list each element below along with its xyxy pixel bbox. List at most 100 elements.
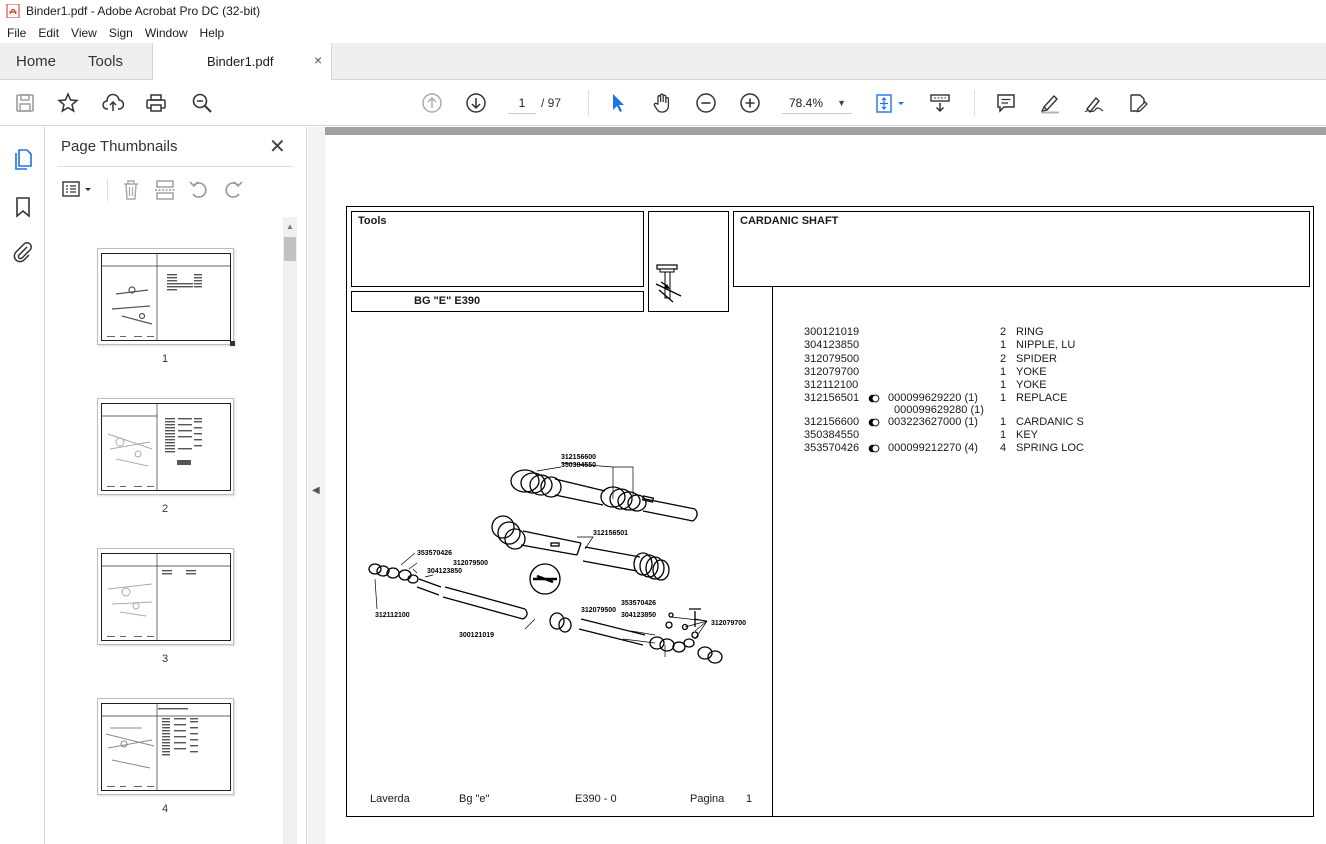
hand-tool-icon[interactable]: [650, 91, 674, 115]
scroll-up-icon[interactable]: ▲: [286, 222, 294, 231]
page-thumbnails-icon[interactable]: [11, 147, 35, 171]
page-number-input[interactable]: 1: [508, 92, 536, 114]
section-heading: CARDANIC SHAFT: [740, 215, 839, 227]
page-thumbnail-3[interactable]: [97, 548, 234, 645]
part-row: 353570426 000099212270 (4) 4 SPRING LOC: [804, 442, 1204, 455]
fit-page-icon[interactable]: [874, 91, 908, 115]
footer-page-word: Pagina: [690, 793, 725, 805]
part-number: 312112100: [804, 379, 859, 392]
part-row: 300121019 2 RING: [804, 326, 1204, 339]
tab-document[interactable]: Binder1.pdf ×: [152, 43, 332, 80]
upload-cloud-icon[interactable]: [101, 91, 125, 115]
tools-separator: [107, 179, 108, 201]
footer-code: E390 - 0: [575, 793, 617, 805]
thumbnails-panel-title: Page Thumbnails: [61, 138, 178, 155]
part-qty: 2: [1000, 352, 1007, 365]
callout-312156501: 312156501: [593, 530, 628, 537]
replacement-marker-icon: [868, 418, 880, 427]
page-thumbnail-4[interactable]: [97, 698, 234, 795]
part-qty: 1: [1000, 415, 1007, 428]
panel-collapse-handle[interactable]: ◀: [308, 127, 325, 844]
footer-page-number: 1: [746, 793, 753, 805]
tab-close-icon[interactable]: ×: [314, 52, 322, 68]
print-icon[interactable]: [144, 91, 168, 115]
callout-312079500-b: 312079500: [581, 607, 616, 614]
zoom-level-select[interactable]: 78.4% ▼: [782, 92, 852, 114]
menu-help[interactable]: Help: [194, 26, 231, 40]
thumbnail-list: 1 2 3 4: [45, 217, 283, 844]
thumbnail-scrollbar[interactable]: ▲: [283, 217, 297, 844]
delete-pages-icon[interactable]: [119, 178, 143, 202]
selected-page-marker: [230, 341, 235, 346]
toolbar-separator: [588, 90, 589, 116]
rotate-counterclockwise-icon[interactable]: [187, 178, 211, 202]
part-row: 312079500 2 SPIDER: [804, 353, 1204, 366]
part-number: 312156600: [804, 415, 860, 428]
model-title: BG "E" E390: [414, 295, 481, 307]
callout-300121019: 300121019: [459, 632, 494, 639]
next-page-icon[interactable]: [464, 91, 488, 115]
heading-box: CARDANIC SHAFT: [733, 211, 1310, 287]
scrollbar-thumb[interactable]: [284, 237, 296, 261]
page-thumbnail-2[interactable]: [97, 398, 234, 495]
find-zoom-icon[interactable]: [190, 91, 214, 115]
pdf-page: Tools BG "E" E390 CARDANIC SHAFT 3121566…: [346, 206, 1314, 817]
menu-view[interactable]: View: [65, 26, 103, 40]
menu-bar: File Edit View Sign Window Help: [0, 22, 1326, 43]
page-thumbnail-1[interactable]: [97, 248, 235, 346]
navigation-pane: [0, 127, 45, 844]
thumbnail-page-preview: [101, 553, 231, 641]
part-qty: 4: [1000, 442, 1007, 455]
bookmarks-icon[interactable]: [11, 195, 35, 219]
previous-page-icon[interactable]: [420, 91, 444, 115]
title-bar: Binder1.pdf - Adobe Acrobat Pro DC (32-b…: [0, 0, 1326, 22]
part-row-continued: 000099629280 (1): [804, 404, 1204, 416]
zoom-level-value: 78.4%: [789, 96, 824, 110]
save-icon[interactable]: [13, 91, 37, 115]
part-number: 304123850: [804, 339, 860, 352]
part-row: 350384550 1 KEY: [804, 429, 1204, 442]
zoom-in-icon[interactable]: [738, 91, 762, 115]
close-panel-icon[interactable]: ✕: [269, 134, 286, 159]
part-qty: 2: [1000, 326, 1007, 338]
tab-tools[interactable]: Tools: [88, 43, 123, 80]
document-top-strip: [325, 127, 1326, 135]
highlight-pen-icon[interactable]: [1038, 91, 1062, 115]
part-row: 312112100 1 YOKE: [804, 379, 1204, 392]
attachments-icon[interactable]: [11, 240, 35, 264]
fill-sign-icon[interactable]: [1126, 91, 1150, 115]
menu-edit[interactable]: Edit: [32, 26, 65, 40]
bookmark-star-icon[interactable]: [56, 91, 80, 115]
tool-icon-box: [648, 211, 729, 312]
part-row: 312156600 003223627000 (1) 1 CARDANIC S: [804, 416, 1204, 429]
zoom-out-icon[interactable]: [694, 91, 718, 115]
tab-home[interactable]: Home: [16, 43, 56, 80]
thumbnail-label: 1: [161, 353, 169, 365]
menu-file[interactable]: File: [0, 26, 32, 40]
hammer-tool-icon: [655, 264, 682, 303]
part-row: 304123850 1 NIPPLE, LU: [804, 339, 1204, 352]
thumbnail-page-preview: [101, 703, 231, 791]
scrolling-mode-icon[interactable]: [928, 91, 952, 115]
comment-icon[interactable]: [994, 91, 1018, 115]
part-qty: 1: [1000, 379, 1007, 392]
thumbnail-options-icon[interactable]: [61, 178, 95, 202]
callout-312079700: 312079700: [711, 620, 746, 627]
menu-sign[interactable]: Sign: [103, 26, 139, 40]
menu-window[interactable]: Window: [139, 26, 194, 40]
part-desc: RING: [1016, 326, 1044, 338]
part-number: 312079700: [804, 365, 860, 378]
acrobat-logo-icon: [6, 4, 20, 18]
model-box: BG "E" E390: [351, 291, 644, 312]
callout-312079500: 312079500: [453, 560, 488, 567]
part-desc: CARDANIC S: [1016, 415, 1084, 428]
sign-pen-icon[interactable]: [1082, 91, 1106, 115]
rotate-clockwise-icon[interactable]: [221, 178, 245, 202]
part-number: 312079500: [804, 352, 860, 365]
part-desc: KEY: [1016, 429, 1039, 442]
thumbnails-panel: Page Thumbnails ✕ 1 2 3 4 ▲: [45, 127, 307, 844]
part-qty: 1: [1000, 429, 1007, 442]
extract-pages-icon[interactable]: [153, 178, 177, 202]
select-cursor-icon[interactable]: [606, 91, 630, 115]
callout-350384550: 350384550: [561, 462, 596, 469]
